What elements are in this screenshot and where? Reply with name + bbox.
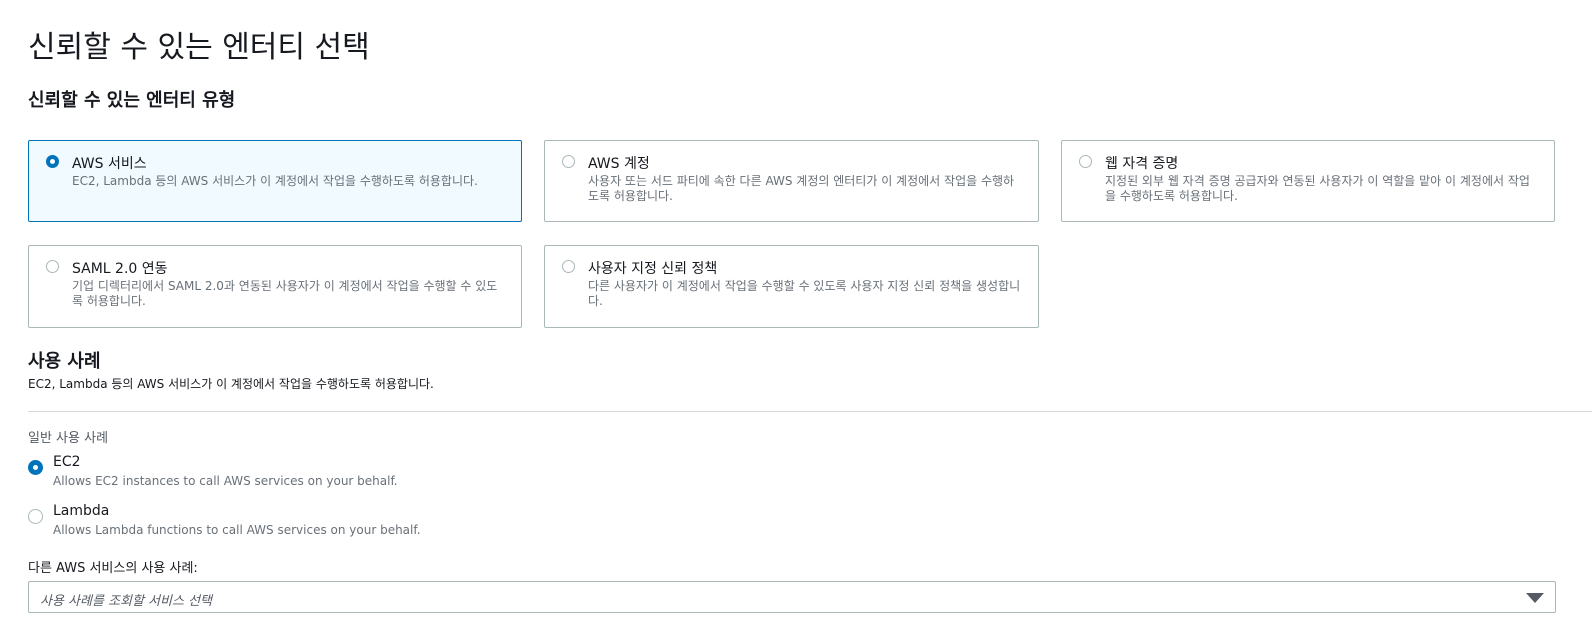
tile-description: EC2, Lambda 등의 AWS 서비스가 이 계정에서 작업을 수행하도록…: [72, 174, 478, 188]
option-title: Lambda: [53, 503, 110, 519]
service-select-dropdown[interactable]: 사용 사례를 조회할 서비스 선택: [28, 581, 1556, 613]
use-case-option-lambda[interactable]: Lambda Allows Lambda functions to call A…: [28, 503, 448, 541]
tile-title: 사용자 지정 신뢰 정책: [588, 261, 718, 277]
option-description: Allows EC2 instances to call AWS service…: [53, 474, 398, 488]
common-use-cases-label: 일반 사용 사례: [28, 431, 109, 446]
entity-tile-web-identity[interactable]: 웹 자격 증명 지정된 외부 웹 자격 증명 공급자와 연동된 사용자가 이 역…: [1061, 140, 1555, 222]
tile-description: 기업 디렉터리에서 SAML 2.0과 연동된 사용자가 이 계정에서 작업을 …: [72, 279, 498, 308]
entity-tile-saml[interactable]: SAML 2.0 연동 기업 디렉터리에서 SAML 2.0과 연동된 사용자가…: [28, 245, 522, 328]
entity-type-heading: 신뢰할 수 있는 엔터티 유형: [28, 90, 236, 111]
other-service-label: 다른 AWS 서비스의 사용 사례:: [28, 561, 198, 576]
tile-title: AWS 계정: [588, 156, 650, 172]
divider: [28, 411, 1592, 412]
tile-description: 사용자 또는 서드 파티에 속한 다른 AWS 계정의 엔터티가 이 계정에서 …: [588, 174, 1015, 203]
entity-tile-aws-service[interactable]: AWS 서비스 EC2, Lambda 등의 AWS 서비스가 이 계정에서 작…: [28, 140, 522, 222]
option-title: EC2: [53, 454, 81, 470]
entity-tile-aws-account[interactable]: AWS 계정 사용자 또는 서드 파티에 속한 다른 AWS 계정의 엔터티가 …: [544, 140, 1039, 222]
use-case-description: EC2, Lambda 등의 AWS 서비스가 이 계정에서 작업을 수행하도록…: [28, 377, 434, 391]
radio-aws-service[interactable]: [46, 155, 59, 168]
tile-description: 지정된 외부 웹 자격 증명 공급자와 연동된 사용자가 이 역할을 맡아 이 …: [1105, 174, 1530, 203]
tile-title: 웹 자격 증명: [1105, 156, 1179, 172]
tile-title: SAML 2.0 연동: [72, 261, 168, 277]
tile-description: 다른 사용자가 이 계정에서 작업을 수행할 수 있도록 사용자 지정 신뢰 정…: [588, 279, 1021, 308]
entity-tile-custom-trust-policy[interactable]: 사용자 지정 신뢰 정책 다른 사용자가 이 계정에서 작업을 수행할 수 있도…: [544, 245, 1039, 328]
radio-web-identity[interactable]: [1079, 155, 1092, 168]
use-case-heading: 사용 사례: [28, 351, 101, 372]
radio-ec2[interactable]: [28, 460, 43, 475]
radio-custom-trust-policy[interactable]: [562, 260, 575, 273]
use-case-option-ec2[interactable]: EC2 Allows EC2 instances to call AWS ser…: [28, 454, 448, 492]
page-title: 신뢰할 수 있는 엔터티 선택: [28, 30, 370, 65]
radio-lambda[interactable]: [28, 509, 43, 524]
radio-aws-account[interactable]: [562, 155, 575, 168]
select-placeholder: 사용 사례를 조회할 서비스 선택: [40, 594, 213, 609]
caret-down-icon: [1526, 593, 1544, 603]
tile-title: AWS 서비스: [72, 156, 147, 172]
option-description: Allows Lambda functions to call AWS serv…: [53, 523, 421, 537]
radio-saml[interactable]: [46, 260, 59, 273]
